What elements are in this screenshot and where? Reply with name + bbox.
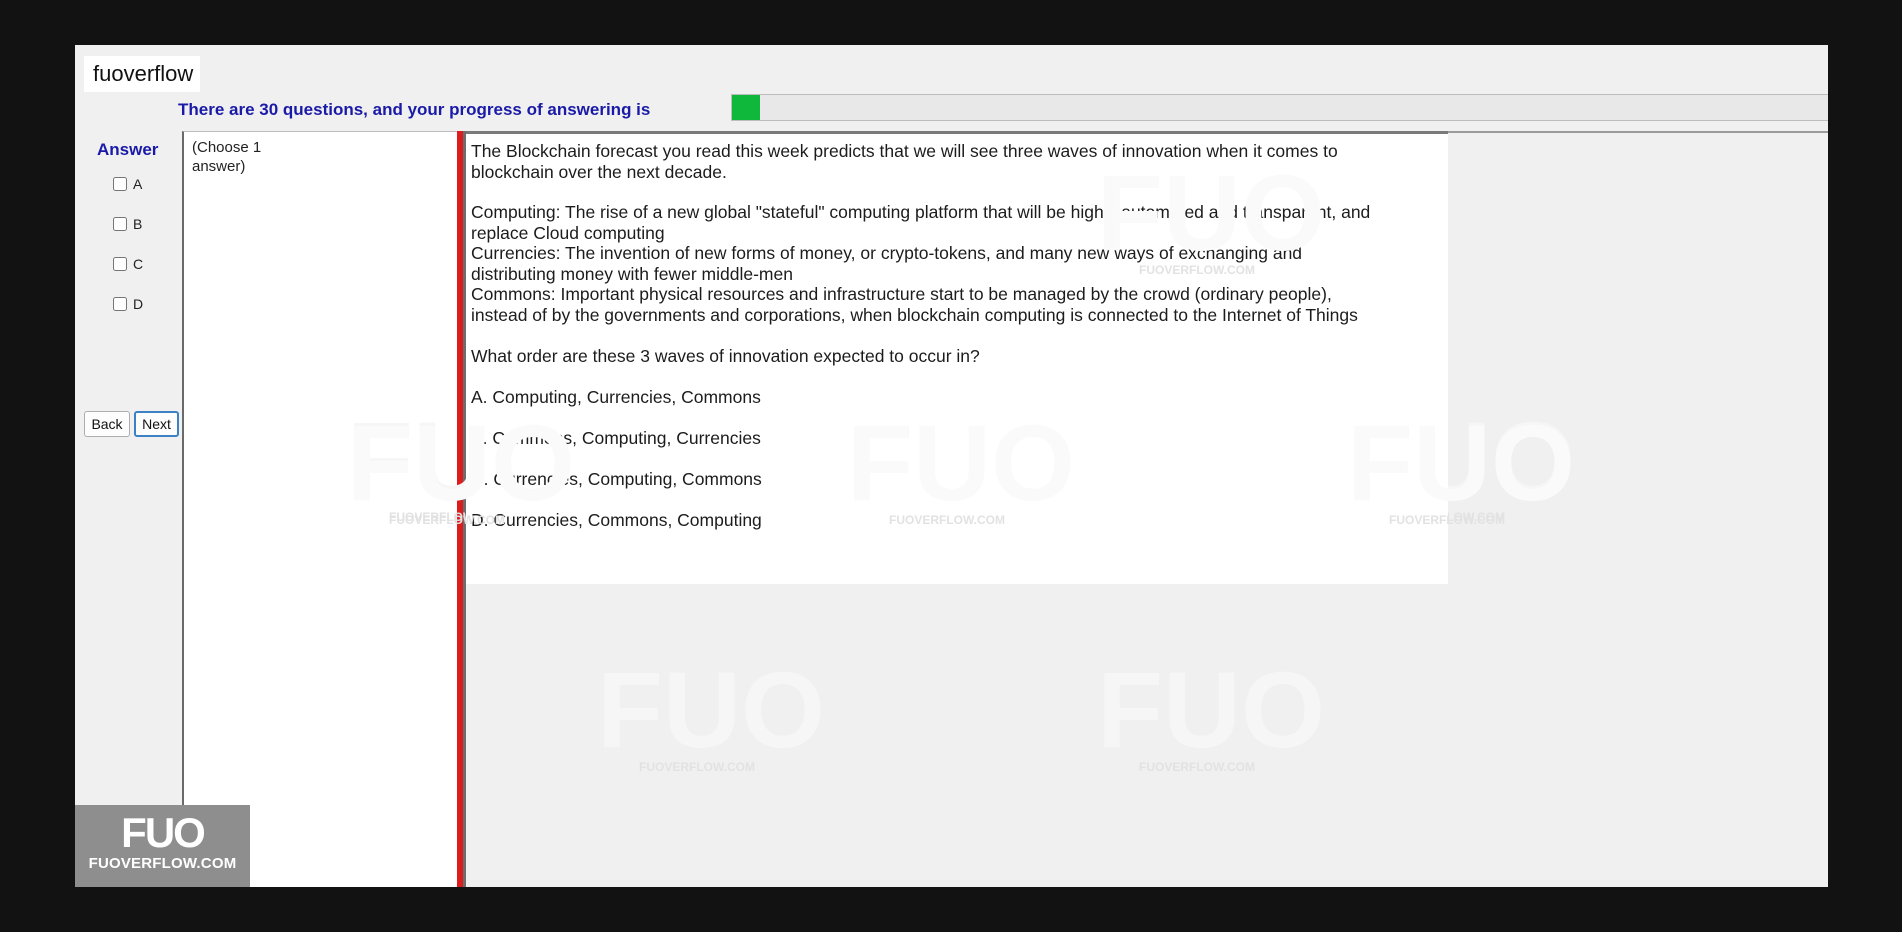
answer-option-label: C (133, 256, 144, 272)
logo-badge: FUO FUOVERFLOW.COM (75, 805, 250, 887)
answer-option-label: D (133, 296, 144, 312)
question-line-computing: Computing: The rise of a new global "sta… (471, 202, 1371, 243)
answer-heading: Answer (97, 140, 159, 159)
answer-checkbox-d[interactable] (113, 297, 127, 311)
answer-checkbox-c[interactable] (113, 257, 127, 271)
choice-d: D. Currencies, Commons, Computing (471, 510, 762, 530)
watermark: FUOFUOVERFLOW.COM (1097, 649, 1325, 775)
answer-option-label: B (133, 216, 143, 232)
back-button[interactable]: Back (84, 411, 130, 437)
progress-label: There are 30 questions, and your progres… (178, 100, 651, 119)
progress-bar (731, 94, 1828, 121)
answer-option-d[interactable]: D (113, 296, 143, 312)
choose-hint: (Choose 1 answer) (192, 139, 262, 175)
question-line-currencies: Currencies: The invention of new forms o… (471, 243, 1303, 284)
brand-tab[interactable]: fuoverflow (84, 56, 200, 92)
choice-c: C. Currencies, Computing, Commons (471, 469, 762, 489)
question-line-commons: Commons: Important physical resources an… (471, 284, 1358, 325)
answer-option-c[interactable]: C (113, 256, 143, 272)
answer-option-b[interactable]: B (113, 216, 142, 232)
question-prompt: What order are these 3 waves of innovati… (471, 346, 980, 366)
watermark: FUOFUOVERFLOW.COM (1347, 402, 1575, 528)
answer-option-a[interactable]: A (113, 176, 142, 192)
next-button[interactable]: Next (134, 411, 179, 437)
logo-mark: FUO (121, 809, 206, 856)
answer-option-label: A (133, 176, 143, 192)
exam-window: fuoverflow There are 30 questions, and y… (75, 45, 1828, 887)
choice-a: A. Computing, Currencies, Commons (471, 387, 761, 407)
choice-b: B. Commons, Computing, Currencies (471, 428, 761, 448)
question-panel: The Blockchain forecast you read this we… (347, 131, 1575, 584)
choose-panel: (Choose 1 answer) (182, 131, 459, 887)
watermark: FUOFUOVERFLOW.COM (597, 649, 825, 775)
answer-checkbox-a[interactable] (113, 177, 127, 191)
logo-site: FUOVERFLOW.COM (88, 855, 237, 872)
panel-border (1448, 131, 1828, 133)
question-intro: The Blockchain forecast you read this we… (471, 141, 1338, 182)
progress-fill (732, 95, 760, 120)
answer-checkbox-b[interactable] (113, 217, 127, 231)
